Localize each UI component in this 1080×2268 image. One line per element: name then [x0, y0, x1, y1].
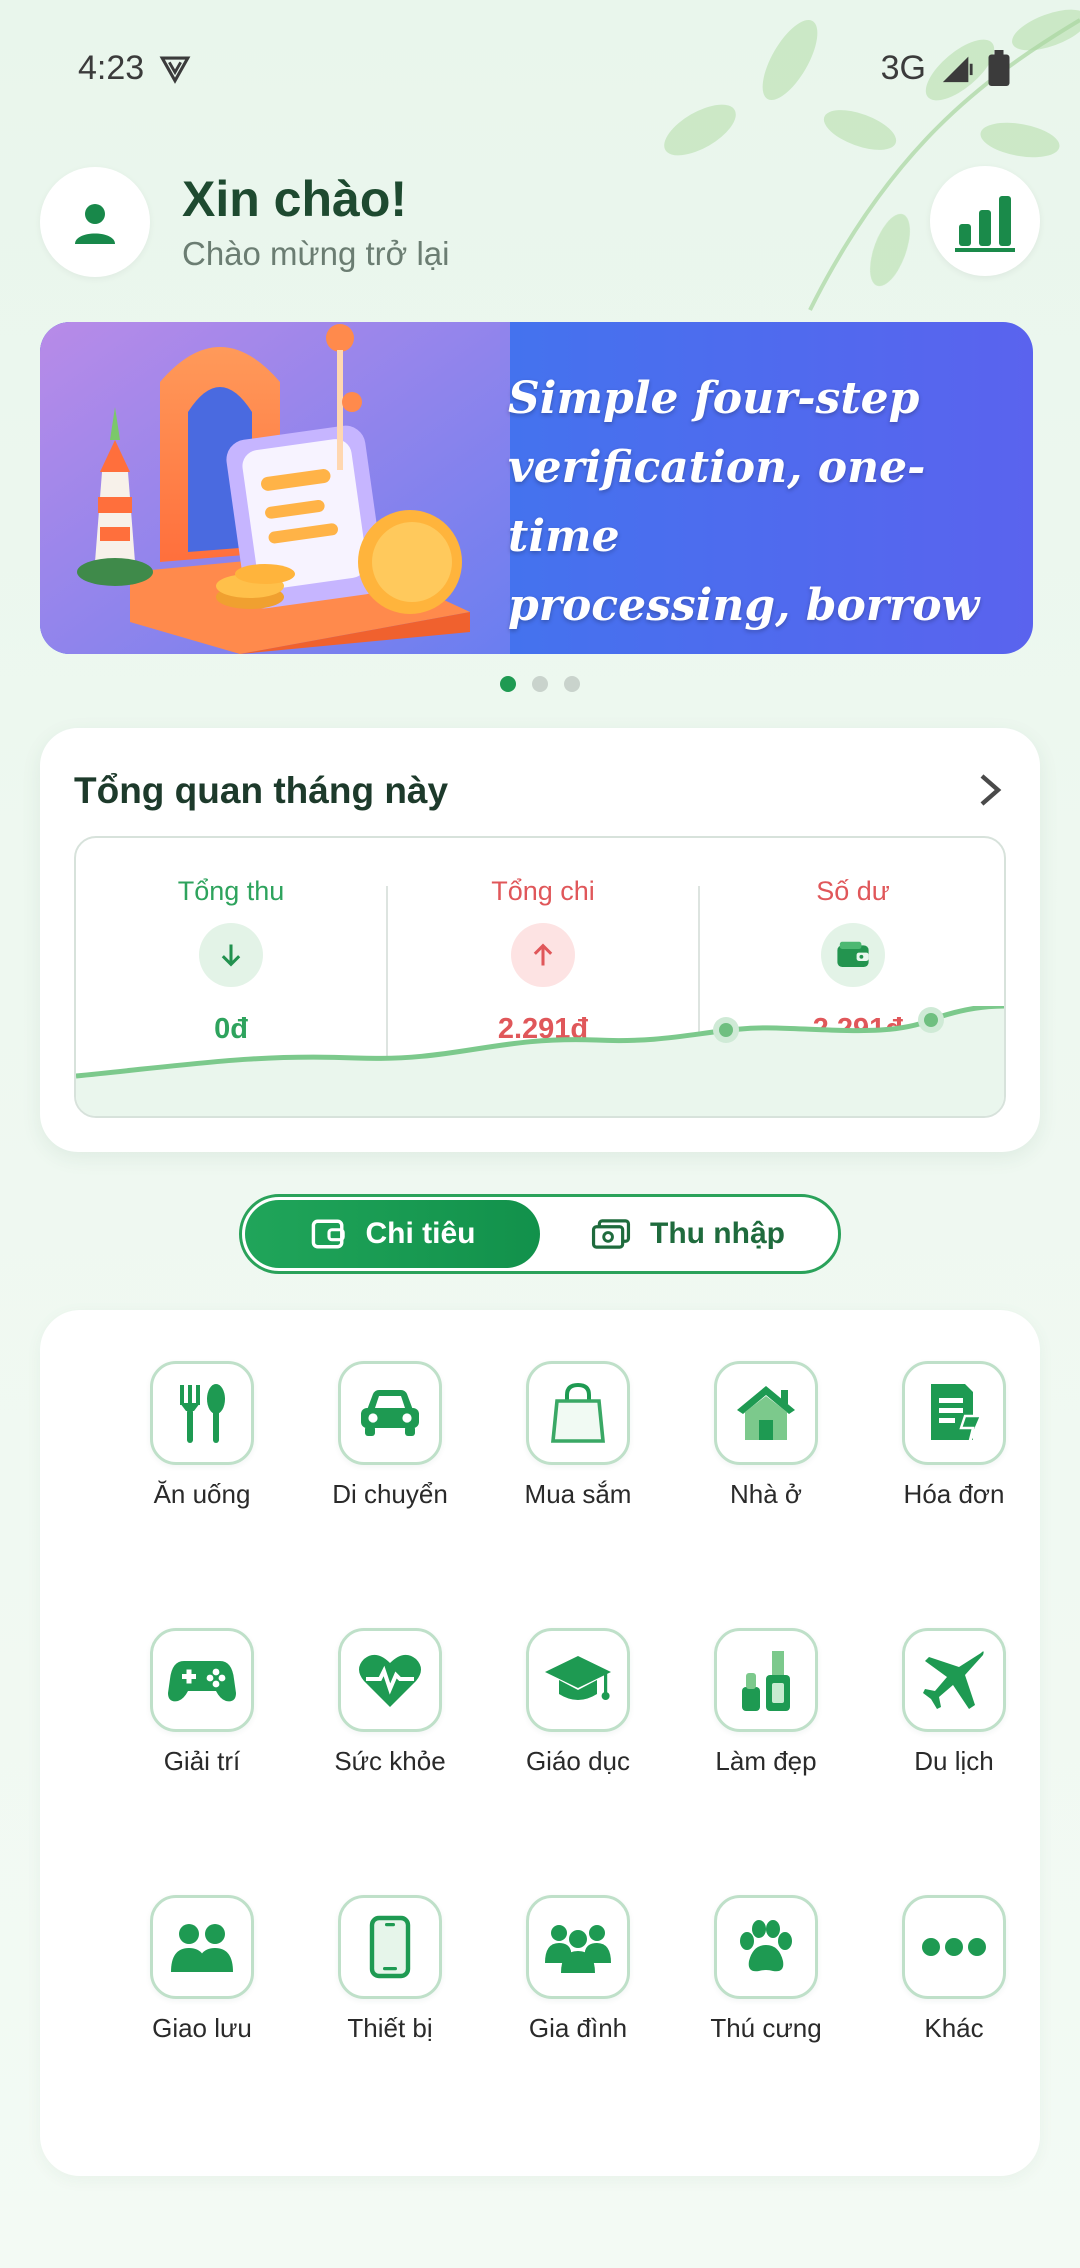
banner-line: processing, borrow: [508, 580, 980, 631]
category-label: Gia đình: [528, 2013, 628, 2043]
category-label: Làm đẹp: [715, 1746, 817, 1776]
tab-expense[interactable]: Chi tiêu: [245, 1200, 540, 1268]
bar-chart-icon: [955, 196, 1015, 252]
category-label: Khác: [924, 2013, 984, 2043]
trend-line-decoration: [76, 1006, 1004, 1116]
category-label: Di chuyển: [332, 1479, 448, 1509]
network-type: 3G: [880, 48, 926, 87]
tab-income[interactable]: Thu nhập: [540, 1200, 835, 1268]
cosmetics-icon: [714, 1628, 818, 1732]
income-label: Tổng thu: [177, 876, 285, 906]
category-entertainment[interactable]: Giải trí: [108, 1628, 296, 1777]
banner-line: Simple four-step: [508, 373, 920, 424]
user-icon: [75, 204, 115, 244]
arrow-up-icon: [511, 923, 575, 987]
category-pets[interactable]: Thú cưng: [672, 1895, 860, 2044]
category-housing[interactable]: Nhà ở: [672, 1361, 860, 1510]
category-food[interactable]: Ăn uống: [108, 1361, 296, 1510]
chevron-right-icon[interactable]: [976, 772, 1004, 808]
paw-icon: [714, 1895, 818, 1999]
promo-banner[interactable]: Simple four-step verification, one-time …: [40, 322, 1033, 654]
wallet-icon: [821, 923, 885, 987]
category-label: Nhà ở: [730, 1479, 802, 1509]
category-label: Thiết bị: [347, 2013, 433, 2043]
battery-icon: [988, 50, 1010, 86]
category-label: Ăn uống: [153, 1479, 251, 1509]
utensils-icon: [150, 1361, 254, 1465]
overview-title: Tổng quan tháng này: [74, 770, 449, 811]
arrow-down-icon: [199, 923, 263, 987]
category-social[interactable]: Giao lưu: [108, 1895, 296, 2044]
signal-icon: [942, 56, 973, 83]
avatar[interactable]: [40, 167, 150, 277]
overview-summary: Tổng thu 0đ Tổng chi 2.291đ Số dư -2.291…: [74, 836, 1006, 1118]
category-label: Thú cưng: [710, 2013, 822, 2043]
bill-icon: [902, 1361, 1006, 1465]
wallet-icon: [311, 1219, 345, 1249]
category-shopping[interactable]: Mua sắm: [484, 1361, 672, 1510]
category-devices[interactable]: Thiết bị: [296, 1895, 484, 2044]
vpn-shield-icon: [159, 56, 191, 84]
category-label: Giải trí: [163, 1746, 241, 1776]
carousel-indicator: [0, 676, 1080, 692]
banner-text: Simple four-step verification, one-time …: [508, 364, 998, 654]
category-grid: Ăn uống Di chuyển Mua sắm Nhà ở Hóa đơn …: [40, 1310, 1040, 2176]
carousel-dot[interactable]: [564, 676, 580, 692]
heart-pulse-icon: [338, 1628, 442, 1732]
shopping-bag-icon: [526, 1361, 630, 1465]
expense-label: Tổng chi: [491, 876, 595, 906]
category-travel[interactable]: Du lịch: [860, 1628, 1048, 1777]
category-label: Mua sắm: [524, 1479, 632, 1509]
graduation-cap-icon: [526, 1628, 630, 1732]
status-time: 4:23: [78, 48, 145, 87]
greeting-title: Xin chào!: [182, 170, 408, 227]
cash-icon: [591, 1219, 631, 1249]
monthly-overview-card[interactable]: Tổng quan tháng này Tổng thu 0đ Tổng chi…: [40, 728, 1040, 1152]
category-family[interactable]: Gia đình: [484, 1895, 672, 2044]
tab-expense-label: Chi tiêu: [365, 1217, 476, 1250]
category-label: Giáo dục: [525, 1746, 631, 1776]
car-icon: [338, 1361, 442, 1465]
category-health[interactable]: Sức khỏe: [296, 1628, 484, 1777]
airplane-icon: [902, 1628, 1006, 1732]
gamepad-icon: [150, 1628, 254, 1732]
type-toggle: Chi tiêu Thu nhập: [239, 1194, 841, 1274]
phone-icon: [338, 1895, 442, 1999]
category-label: Sức khỏe: [334, 1746, 446, 1776]
category-label: Giao lưu: [152, 2013, 252, 2043]
header: Xin chào! Chào mừng trở lại: [40, 166, 1040, 278]
tab-income-label: Thu nhập: [650, 1217, 785, 1250]
category-transport[interactable]: Di chuyển: [296, 1361, 484, 1510]
statistics-button[interactable]: [930, 166, 1040, 276]
carousel-dot[interactable]: [500, 676, 516, 692]
greeting-subtitle: Chào mừng trở lại: [182, 234, 450, 272]
carousel-dot[interactable]: [532, 676, 548, 692]
category-education[interactable]: Giáo dục: [484, 1628, 672, 1777]
category-bills[interactable]: Hóa đơn: [860, 1361, 1048, 1510]
category-label: Hóa đơn: [903, 1479, 1005, 1509]
status-bar: 4:23 3G: [78, 40, 1010, 96]
house-icon: [714, 1361, 818, 1465]
banner-line: verification, one-time: [508, 442, 926, 562]
balance-label: Số dư: [816, 876, 890, 906]
people-icon: [150, 1895, 254, 1999]
category-label: Du lịch: [914, 1746, 994, 1776]
banner-line: anytime.: [508, 640, 998, 654]
more-dots-icon: [902, 1895, 1006, 1999]
family-icon: [526, 1895, 630, 1999]
banner-illustration: [40, 322, 510, 654]
category-other[interactable]: Khác: [860, 1895, 1048, 2044]
category-beauty[interactable]: Làm đẹp: [672, 1628, 860, 1777]
